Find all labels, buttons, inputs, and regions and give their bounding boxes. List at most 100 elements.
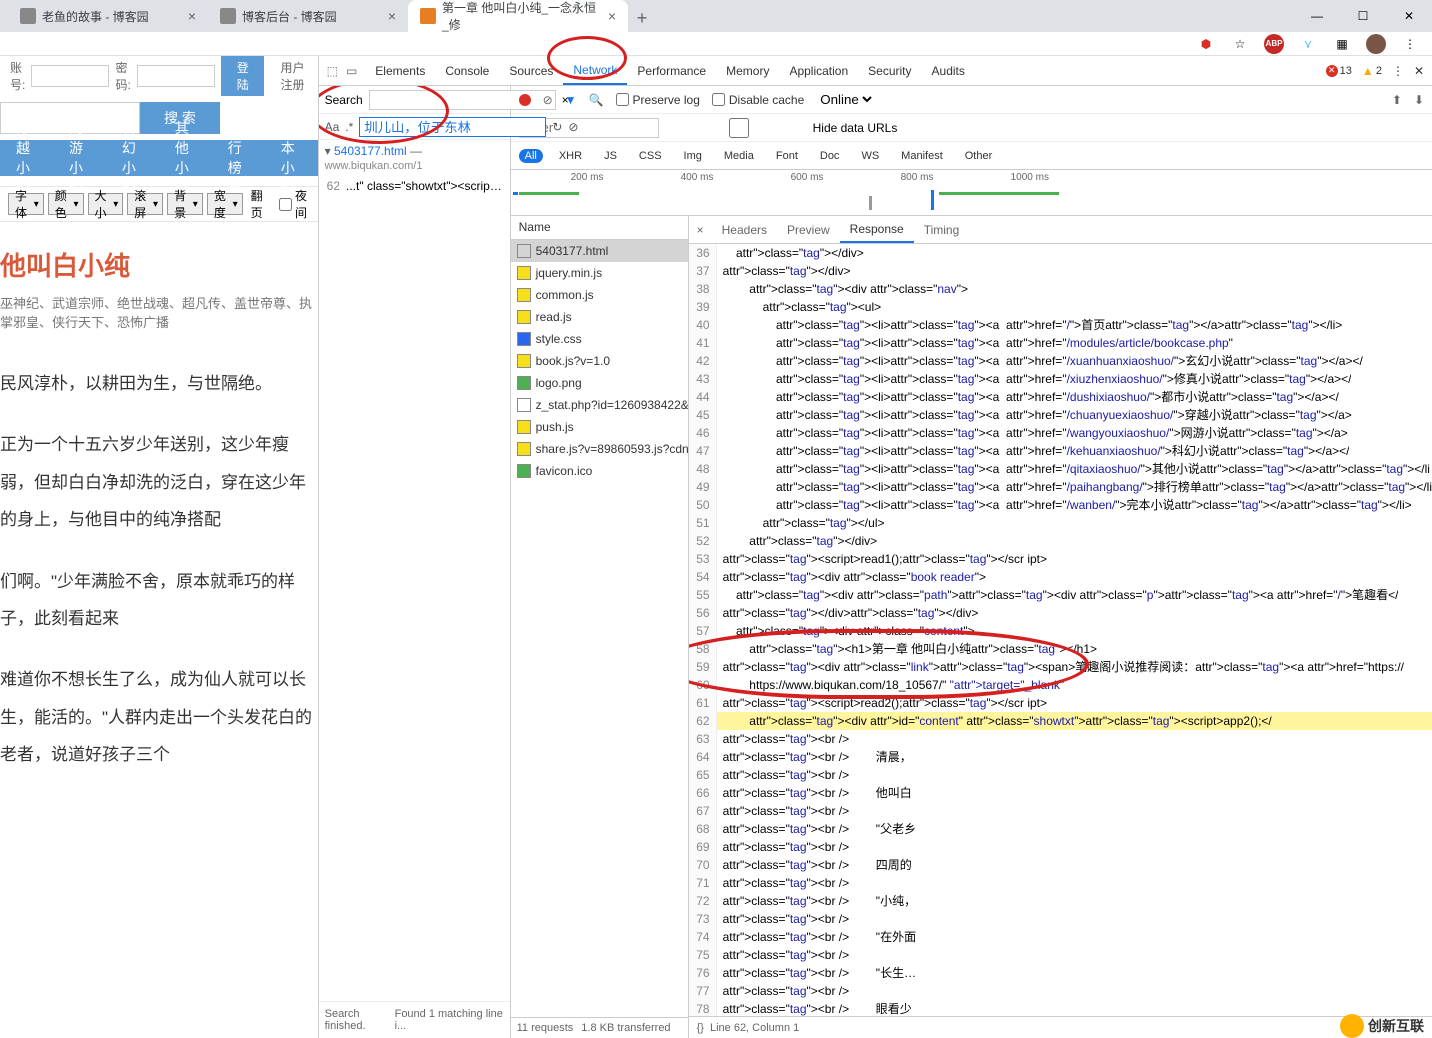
code-line[interactable]: 76attr">class="tag"><br /> "长生…: [689, 964, 1432, 982]
timeline[interactable]: 200 ms400 ms600 ms800 ms1000 ms: [511, 170, 1432, 216]
code-line[interactable]: 43 attr">class="tag"><li>attr">class="ta…: [689, 370, 1432, 388]
nav-category[interactable]: 科幻小说: [106, 118, 159, 198]
code-line[interactable]: 61attr">class="tag"><script>read2();attr…: [689, 694, 1432, 712]
devtools-tab-application[interactable]: Application: [779, 56, 858, 85]
code-line[interactable]: 69attr">class="tag"><br />: [689, 838, 1432, 856]
code-line[interactable]: 53attr">class="tag"><script>read1();attr…: [689, 550, 1432, 568]
device-icon[interactable]: ▭: [346, 64, 357, 78]
code-line[interactable]: 67attr">class="tag"><br />: [689, 802, 1432, 820]
code-line[interactable]: 44 attr">class="tag"><li>attr">class="ta…: [689, 388, 1432, 406]
login-button[interactable]: 登 陆: [221, 56, 264, 96]
code-line[interactable]: 50 attr">class="tag"><li>attr">class="ta…: [689, 496, 1432, 514]
devtools-tab-elements[interactable]: Elements: [365, 56, 435, 85]
code-line[interactable]: 75attr">class="tag"><br />: [689, 946, 1432, 964]
code-line[interactable]: 46 attr">class="tag"><li>attr">class="ta…: [689, 424, 1432, 442]
throttle-select[interactable]: Online: [816, 91, 875, 108]
filter-media[interactable]: Media: [718, 149, 760, 163]
maximize-button[interactable]: ☐: [1340, 0, 1386, 32]
code-line[interactable]: 78attr">class="tag"><br /> 眼看少: [689, 1000, 1432, 1016]
regex-icon[interactable]: .*: [345, 120, 353, 134]
filter-other[interactable]: Other: [959, 149, 999, 163]
filter-font[interactable]: Font: [770, 149, 804, 163]
code-line[interactable]: 65attr">class="tag"><br />: [689, 766, 1432, 784]
disable-cache-checkbox[interactable]: Disable cache: [712, 93, 804, 107]
filter-css[interactable]: CSS: [633, 149, 668, 163]
match-case-icon[interactable]: Aa: [325, 120, 340, 134]
request-item[interactable]: style.css: [511, 328, 688, 350]
devtools-tab-sources[interactable]: Sources: [499, 56, 563, 85]
request-item[interactable]: common.js: [511, 284, 688, 306]
request-item[interactable]: share.js?v=89860593.js?cdnver...: [511, 438, 688, 460]
search-result-line[interactable]: 62 ...t" class="showtxt"><script>app...: [319, 176, 510, 196]
response-body[interactable]: 36 attr">class="tag"></div>37attr">class…: [689, 244, 1432, 1016]
nav-category[interactable]: 穿越小说: [0, 118, 53, 198]
code-line[interactable]: 36 attr">class="tag"></div>: [689, 244, 1432, 262]
close-button[interactable]: ✕: [1386, 0, 1432, 32]
code-line[interactable]: 62 attr">class="tag"><div attr">id="cont…: [689, 712, 1432, 730]
nav-category[interactable]: 其他小说: [159, 118, 212, 198]
avatar-icon[interactable]: [1366, 34, 1386, 54]
abp-icon[interactable]: ABP: [1264, 34, 1284, 54]
response-tab-headers[interactable]: Headers: [712, 216, 777, 243]
devtools-tab-audits[interactable]: Audits: [922, 56, 975, 85]
code-line[interactable]: 45 attr">class="tag"><li>attr">class="ta…: [689, 406, 1432, 424]
code-line[interactable]: 54attr">class="tag"><div attr">class="bo…: [689, 568, 1432, 586]
format-icon[interactable]: {}: [697, 1022, 704, 1034]
response-tab-timing[interactable]: Timing: [914, 216, 970, 243]
tab-1[interactable]: 老鱼的故事 - 博客园×: [8, 0, 208, 32]
error-count[interactable]: ✕13: [1326, 65, 1352, 77]
code-line[interactable]: 68attr">class="tag"><br /> "父老乡: [689, 820, 1432, 838]
upload-icon[interactable]: ⬆: [1392, 93, 1402, 107]
request-item[interactable]: read.js: [511, 306, 688, 328]
filter-manifest[interactable]: Manifest: [895, 149, 949, 163]
code-line[interactable]: 39 attr">class="tag"><ul>: [689, 298, 1432, 316]
code-line[interactable]: 41 attr">class="tag"><li>attr">class="ta…: [689, 334, 1432, 352]
grid-icon[interactable]: ▦: [1332, 34, 1352, 54]
code-line[interactable]: 56attr">class="tag"></div>attr">class="t…: [689, 604, 1432, 622]
settings-icon[interactable]: ⋮: [1392, 64, 1404, 78]
devtools-tab-network[interactable]: Network: [563, 56, 627, 85]
shield-icon[interactable]: ⬢: [1196, 34, 1216, 54]
request-item[interactable]: favicon.ico: [511, 460, 688, 482]
code-line[interactable]: 57 attr">class="tag"><div attr">class="c…: [689, 622, 1432, 640]
tab-3[interactable]: 第一章 他叫白小纯_一念永恒_修×: [408, 0, 628, 32]
clear-icon[interactable]: ⊘: [568, 120, 578, 134]
filter-doc[interactable]: Doc: [814, 149, 846, 163]
tab-2[interactable]: 博客后台 - 博客园×: [208, 0, 408, 32]
devtools-tab-console[interactable]: Console: [435, 56, 499, 85]
filter-all[interactable]: All: [519, 149, 543, 163]
register-link[interactable]: 用户注册: [280, 59, 307, 93]
nav-category[interactable]: 网游小说: [53, 118, 106, 198]
clear-icon[interactable]: ⊘: [543, 93, 553, 107]
request-item[interactable]: 5403177.html: [511, 240, 688, 262]
code-line[interactable]: 59attr">class="tag"><div attr">class="li…: [689, 658, 1432, 676]
star-icon[interactable]: ☆: [1230, 34, 1250, 54]
reader-option-select[interactable]: 颜色: [48, 193, 84, 215]
search-result-file[interactable]: ▾ 5403177.html — www.biqukan.com/1: [319, 140, 510, 176]
filter-icon[interactable]: ▼: [565, 93, 577, 107]
account-input[interactable]: [31, 65, 109, 87]
bird-icon[interactable]: ⋎: [1298, 34, 1318, 54]
filter-js[interactable]: JS: [598, 149, 623, 163]
code-line[interactable]: 66attr">class="tag"><br /> 他叫白: [689, 784, 1432, 802]
code-line[interactable]: 47 attr">class="tag"><li>attr">class="ta…: [689, 442, 1432, 460]
close-icon[interactable]: ×: [608, 8, 616, 24]
code-line[interactable]: 37attr">class="tag"></div>: [689, 262, 1432, 280]
code-line[interactable]: 42 attr">class="tag"><li>attr">class="ta…: [689, 352, 1432, 370]
code-line[interactable]: 71attr">class="tag"><br />: [689, 874, 1432, 892]
minimize-button[interactable]: —: [1294, 0, 1340, 32]
refresh-icon[interactable]: ↻: [552, 120, 562, 134]
filter-ws[interactable]: WS: [855, 149, 885, 163]
reader-option-select[interactable]: 滚屏: [127, 193, 163, 215]
filter-img[interactable]: Img: [678, 149, 708, 163]
devtools-tab-security[interactable]: Security: [858, 56, 921, 85]
devtools-tab-memory[interactable]: Memory: [716, 56, 779, 85]
devtools-tab-performance[interactable]: Performance: [627, 56, 716, 85]
close-icon[interactable]: ×: [689, 223, 712, 237]
code-line[interactable]: 60 https://www.biqukan.com/18_10567/" "a…: [689, 676, 1432, 694]
request-item[interactable]: jquery.min.js: [511, 262, 688, 284]
code-line[interactable]: 74attr">class="tag"><br /> "在外面: [689, 928, 1432, 946]
request-item[interactable]: z_stat.php?id=1260938422&w...: [511, 394, 688, 416]
request-item[interactable]: book.js?v=1.0: [511, 350, 688, 372]
code-line[interactable]: 48 attr">class="tag"><li>attr">class="ta…: [689, 460, 1432, 478]
